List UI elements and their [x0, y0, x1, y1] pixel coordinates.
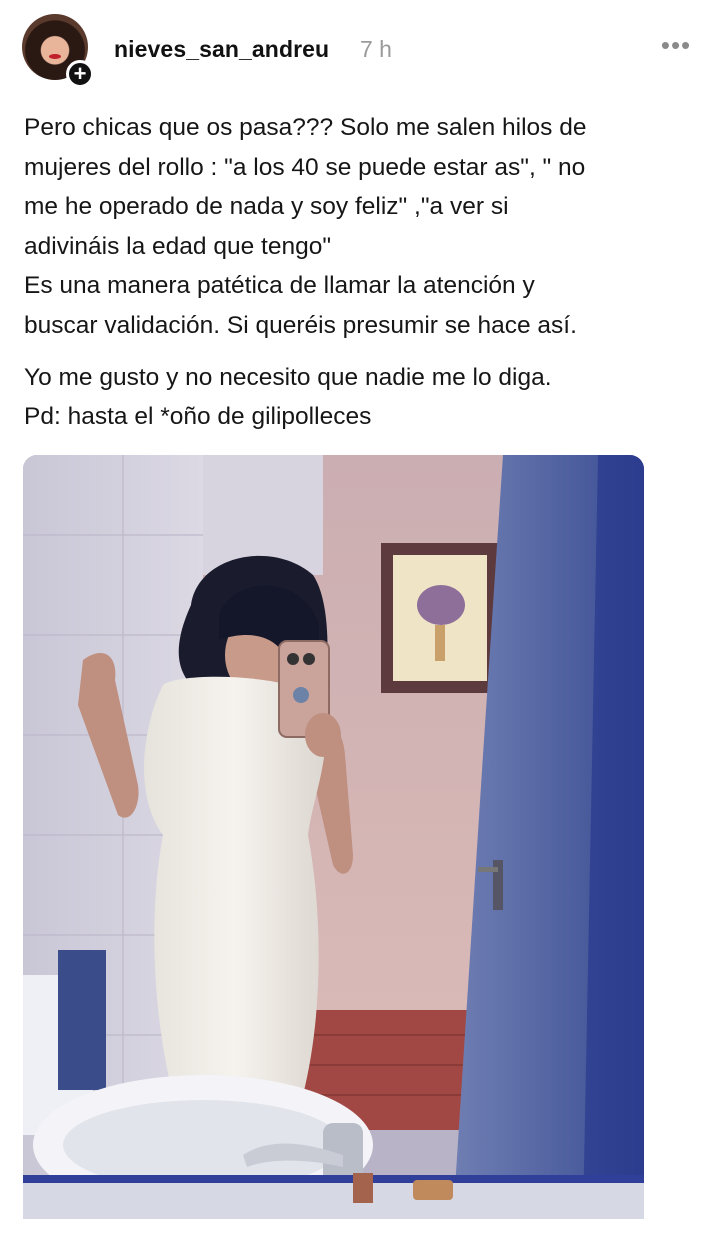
- follow-plus-icon[interactable]: +: [66, 60, 94, 88]
- mirror-selfie-photo-icon: [23, 455, 644, 1219]
- caption-line: adivináis la edad que tengo": [24, 232, 332, 260]
- avatar-detail: [49, 54, 61, 59]
- post-photo[interactable]: [23, 455, 644, 1219]
- threads-post: + nieves_san_andreu 7 h ••• Pero chicas …: [0, 0, 720, 1234]
- caption-line: Es una manera patética de llamar la aten…: [24, 272, 535, 300]
- author-username[interactable]: nieves_san_andreu: [114, 36, 329, 63]
- post-header: + nieves_san_andreu 7 h •••: [0, 0, 720, 100]
- caption-line: me he operado de nada y soy feliz" ,"a v…: [24, 193, 509, 221]
- caption-line: buscar validación. Si queréis presumir s…: [24, 311, 577, 339]
- caption-line: mujeres del rollo : "a los 40 se puede e…: [24, 153, 586, 181]
- post-timestamp: 7 h: [360, 36, 392, 62]
- more-options-icon[interactable]: •••: [656, 30, 696, 60]
- caption-line: Pd: hasta el *oño de gilipolleces: [24, 403, 372, 431]
- avatar-container[interactable]: +: [22, 14, 94, 88]
- post-caption: Pero chicas que os pasa??? Solo me salen…: [24, 108, 704, 437]
- caption-line: Yo me gusto y no necesito que nadie me l…: [24, 363, 552, 391]
- caption-line: Pero chicas que os pasa??? Solo me salen…: [24, 114, 587, 141]
